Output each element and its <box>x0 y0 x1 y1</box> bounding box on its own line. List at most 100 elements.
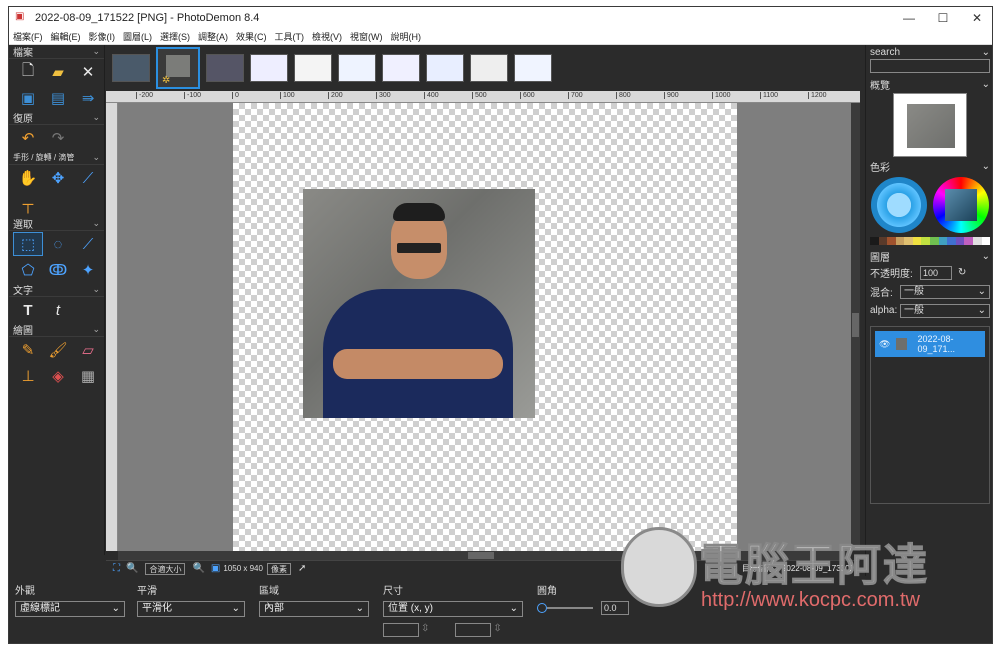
magic-wand-icon[interactable]: ✦ <box>73 258 103 282</box>
eraser-icon[interactable]: ▱ <box>73 338 103 362</box>
redo-icon[interactable]: ↷ <box>43 126 73 150</box>
undo-icon[interactable]: ↶ <box>13 126 43 150</box>
eyedropper-icon[interactable]: ⟋ <box>73 166 103 190</box>
opacity-input[interactable]: 100 <box>920 265 952 280</box>
image-tab[interactable] <box>294 54 332 82</box>
section-undo[interactable]: 復原 ⌄ <box>9 111 104 125</box>
menu-tools[interactable]: 工具(T) <box>275 30 305 43</box>
menu-help[interactable]: 說明(H) <box>391 30 422 43</box>
overview-header[interactable]: 概覽 ⌄ <box>866 77 992 92</box>
zoom-out-icon[interactable]: 🔍 <box>126 563 138 574</box>
maximize-button[interactable]: ☐ <box>926 11 960 25</box>
pencil-icon[interactable]: ✎ <box>13 338 43 362</box>
corner-input[interactable]: 0.0 <box>601 601 629 615</box>
area-select[interactable]: 內部 ⌄ <box>259 601 369 617</box>
color-swatch[interactable] <box>904 237 913 245</box>
size-select[interactable]: 位置 (x, y) ⌄ <box>383 601 523 617</box>
color-header[interactable]: 色彩 ⌄ <box>866 159 992 174</box>
search-header[interactable]: search ⌄ <box>866 45 992 59</box>
position-y-input[interactable] <box>455 623 492 637</box>
lasso-select-icon[interactable]: ↂ <box>43 258 73 282</box>
image-tab[interactable] <box>250 54 288 82</box>
typography-icon[interactable]: t <box>43 298 73 322</box>
menu-file[interactable]: 檔案(F) <box>13 30 43 43</box>
color-swatch[interactable] <box>930 237 939 245</box>
close-file-icon[interactable]: ✕ <box>73 60 103 84</box>
eye-icon[interactable]: 👁 <box>879 339 890 350</box>
spin-icon[interactable]: ⇳ <box>421 623 429 637</box>
color-swatch[interactable] <box>921 237 931 245</box>
brush-icon[interactable]: 🖌 <box>43 338 73 362</box>
clone-stamp-icon[interactable]: ⊥ <box>13 364 43 388</box>
canvas-area[interactable] <box>118 103 851 551</box>
image-tab[interactable] <box>112 54 150 82</box>
zoom-select[interactable]: 合適大小 <box>145 562 186 575</box>
rect-select-icon[interactable]: ⬚ <box>13 232 43 256</box>
zoom-in-icon[interactable]: 🔍 <box>192 563 204 574</box>
image-tab[interactable] <box>206 54 244 82</box>
save-icon[interactable]: ▣ <box>13 86 43 110</box>
image-tab[interactable] <box>338 54 376 82</box>
layers-header[interactable]: 圖層 ⌄ <box>866 249 992 264</box>
color-swatch[interactable] <box>878 237 888 245</box>
color-swatch[interactable] <box>870 237 879 245</box>
color-swatch[interactable] <box>895 237 905 245</box>
section-selection[interactable]: 選取 ⌄ <box>9 217 104 231</box>
scroll-thumb[interactable] <box>852 313 859 337</box>
polygon-select-icon[interactable]: ⬠ <box>13 258 43 282</box>
corner-slider-knob[interactable] <box>537 603 547 613</box>
position-x-input[interactable] <box>383 623 419 637</box>
menu-image[interactable]: 影像(I) <box>89 30 116 43</box>
image-tab-active[interactable]: ✲ <box>156 47 200 89</box>
fit-screen-icon[interactable]: ⛶ <box>113 563 120 574</box>
primary-color-wheel[interactable] <box>871 177 927 233</box>
section-file[interactable]: 檔案 ⌄ <box>9 45 104 59</box>
minimize-button[interactable]: — <box>892 11 926 25</box>
image-tab[interactable] <box>514 54 552 82</box>
menu-select[interactable]: 選擇(S) <box>160 30 190 43</box>
menu-effects[interactable]: 效果(C) <box>236 30 267 43</box>
color-swatch[interactable] <box>981 237 991 245</box>
text-icon[interactable]: T <box>13 298 43 322</box>
layer-row[interactable]: 👁 2022-08-09_171... <box>875 331 985 357</box>
color-swatch[interactable] <box>972 237 982 245</box>
reset-icon[interactable]: ↻ <box>958 267 966 278</box>
ellipse-select-icon[interactable]: ◌ <box>43 232 73 256</box>
section-text[interactable]: 文字 ⌄ <box>9 283 104 297</box>
section-hand-move[interactable]: 手形 / 旋轉 / 滴管 ⌄ <box>9 151 104 165</box>
color-swatch[interactable] <box>947 237 956 245</box>
menu-window[interactable]: 視窗(W) <box>350 30 383 43</box>
overview-thumbnail[interactable] <box>893 93 967 157</box>
new-file-icon[interactable]: 🗋 <box>13 60 43 84</box>
image-tab[interactable] <box>426 54 464 82</box>
search-input[interactable] <box>870 59 990 73</box>
gradient-icon[interactable]: ▦ <box>73 364 103 388</box>
saturation-square[interactable] <box>945 189 977 221</box>
color-swatch[interactable] <box>955 237 965 245</box>
color-swatch[interactable] <box>912 237 922 245</box>
menu-view[interactable]: 檢視(V) <box>312 30 342 43</box>
menu-adjust[interactable]: 調整(A) <box>198 30 228 43</box>
transparent-canvas[interactable] <box>233 103 737 551</box>
menu-layer[interactable]: 圖層(L) <box>123 30 152 43</box>
unit-select[interactable]: 像素 <box>266 562 291 575</box>
hand-icon[interactable]: ✋ <box>13 166 43 190</box>
appearance-select[interactable]: 虛線標記 ⌄ <box>15 601 125 617</box>
save-as-icon[interactable]: ▤ <box>43 86 73 110</box>
image-tab[interactable] <box>470 54 508 82</box>
color-swatch[interactable] <box>938 237 948 245</box>
image-tab[interactable] <box>382 54 420 82</box>
export-icon[interactable]: ⇛ <box>73 86 103 110</box>
scroll-thumb[interactable] <box>468 552 494 559</box>
open-folder-icon[interactable]: ▰ <box>43 60 73 84</box>
spin-icon[interactable]: ⇳ <box>493 623 501 637</box>
alpha-select[interactable]: 一般 ⌄ <box>900 303 990 318</box>
measure-icon[interactable]: ┬ <box>13 192 43 216</box>
move-icon[interactable]: ✥ <box>43 166 73 190</box>
section-paint[interactable]: 繪圖 ⌄ <box>9 323 104 337</box>
fill-bucket-icon[interactable]: ◈ <box>43 364 73 388</box>
smooth-select[interactable]: 平滑化 ⌄ <box>137 601 245 617</box>
horizontal-scrollbar[interactable] <box>118 551 851 560</box>
blend-select[interactable]: 一般 ⌄ <box>900 284 990 299</box>
menu-edit[interactable]: 編輯(E) <box>51 30 81 43</box>
